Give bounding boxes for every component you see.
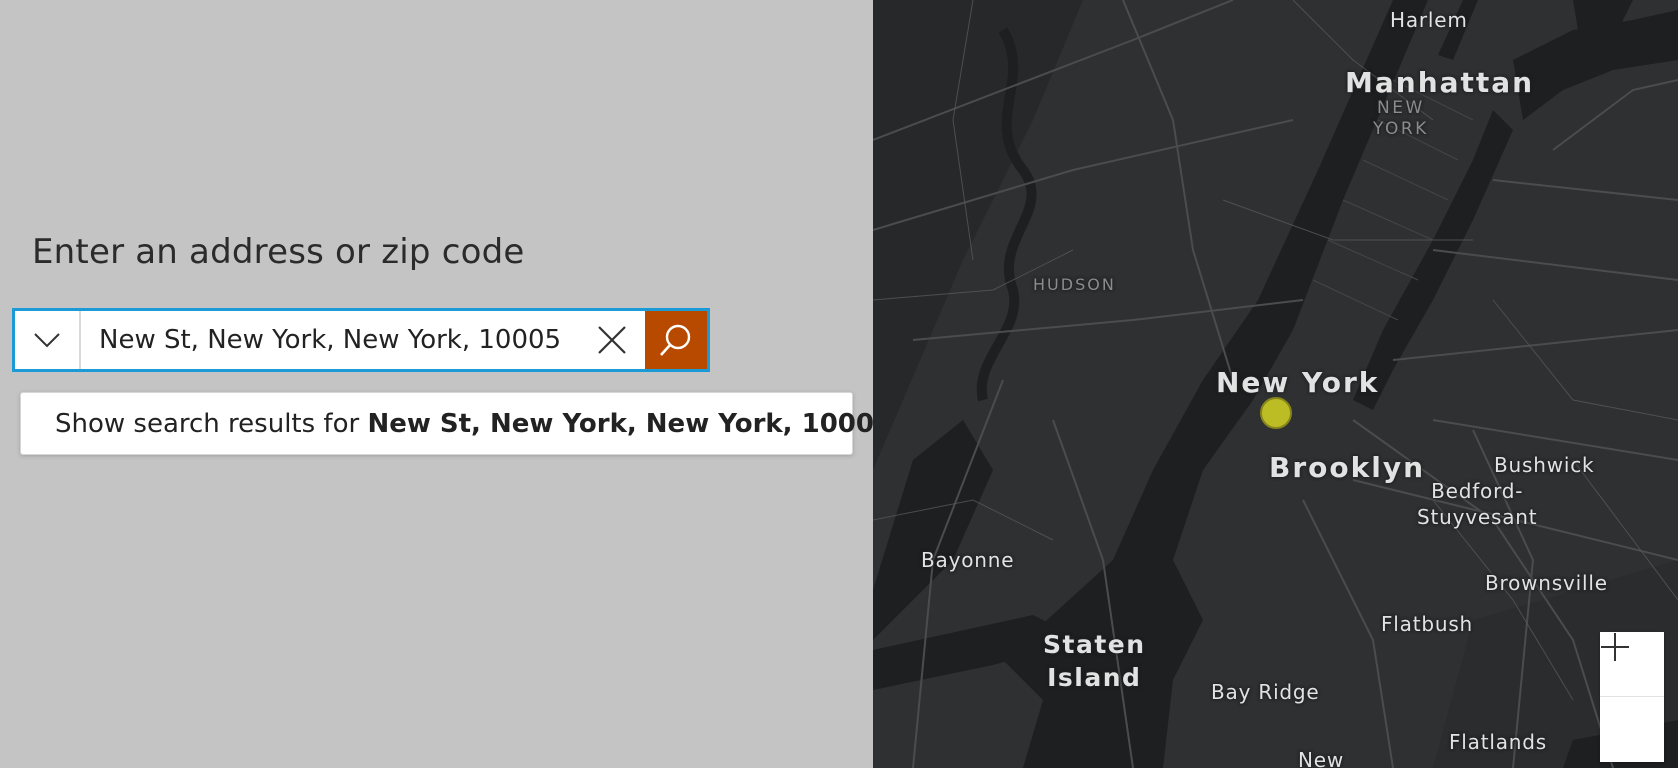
map-label-bedford-stuyvesant: Bedford- Stuyvesant bbox=[1417, 479, 1538, 529]
search-icon bbox=[660, 324, 691, 356]
map-label-new-partial: New bbox=[1298, 748, 1345, 768]
chevron-down-icon bbox=[34, 333, 60, 348]
clear-search-button[interactable] bbox=[579, 311, 645, 369]
map-label-harlem: Harlem bbox=[1390, 8, 1468, 32]
map-label-hudson: HUDSON bbox=[1033, 275, 1116, 294]
close-icon bbox=[598, 326, 626, 354]
zoom-controls bbox=[1600, 632, 1664, 762]
search-prompt-label: Enter an address or zip code bbox=[32, 232, 525, 272]
search-source-dropdown[interactable] bbox=[15, 311, 81, 369]
map-label-flatbush: Flatbush bbox=[1381, 612, 1474, 636]
suggestion-prefix: Show search results for bbox=[55, 408, 368, 439]
map-label-bayonne: Bayonne bbox=[921, 548, 1015, 572]
search-suggestion-item[interactable]: Show search results for New St, New York… bbox=[20, 392, 892, 455]
map-label-brownsville: Brownsville bbox=[1485, 571, 1608, 595]
map-label-flatlands: Flatlands bbox=[1449, 730, 1547, 754]
search-panel: Enter an address or zip code New St, New… bbox=[0, 0, 892, 768]
minus-icon bbox=[1601, 646, 1629, 648]
map-label-new-york-district: NEW YORK bbox=[1373, 98, 1429, 139]
suggestion-query: New St, New York, New York, 10005 bbox=[367, 408, 893, 439]
search-button[interactable] bbox=[645, 311, 707, 369]
map-label-bay-ridge: Bay Ridge bbox=[1211, 680, 1320, 704]
map-label-brooklyn: Brooklyn bbox=[1269, 451, 1426, 484]
map-label-manhattan: Manhattan bbox=[1345, 66, 1535, 99]
map-view[interactable]: Harlem Manhattan NEW YORK HUDSON New Yor… bbox=[873, 0, 1678, 768]
zoom-out-button[interactable] bbox=[1600, 646, 1664, 761]
app-root: Enter an address or zip code New St, New… bbox=[0, 0, 1678, 768]
map-label-staten-island: Staten Island bbox=[1043, 630, 1146, 692]
map-label-new-york: New York bbox=[1216, 366, 1380, 399]
search-input[interactable] bbox=[99, 325, 579, 355]
map-label-bushwick: Bushwick bbox=[1494, 453, 1595, 477]
search-widget bbox=[12, 308, 710, 372]
search-input-wrapper bbox=[81, 311, 579, 369]
location-marker[interactable] bbox=[1260, 397, 1292, 429]
